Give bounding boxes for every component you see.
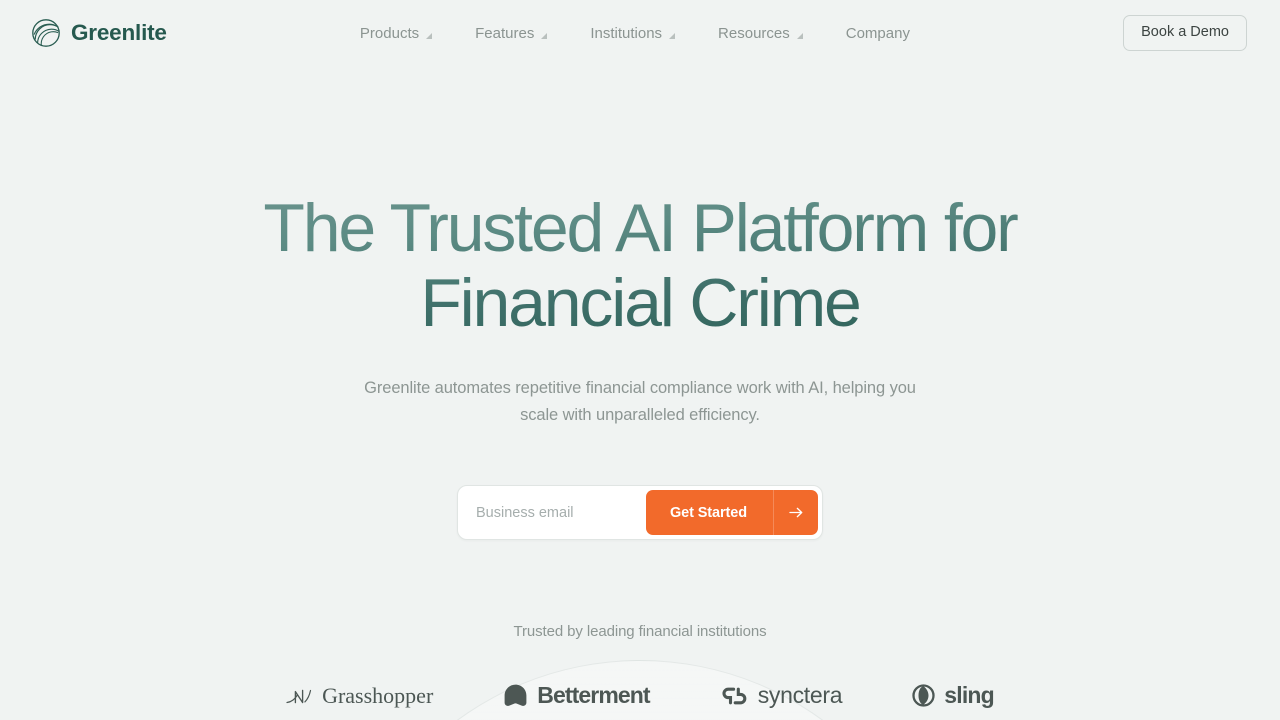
chevron-down-icon [796,32,804,40]
chevron-down-icon [426,32,433,40]
get-started-label: Get Started [669,504,747,521]
headline-line-2: Financial Crime [420,264,860,341]
headline-line-1: The Trusted AI Platform for [263,190,1017,266]
page-title: The Trusted AI Platform for Financial Cr… [210,191,1070,345]
logo-grasshopper: Grasshopper [286,683,433,709]
get-started-button[interactable]: Get Started [645,490,818,536]
nav-item-label: Institutions [590,24,663,42]
nav-item-products[interactable]: Products [339,17,454,50]
book-a-demo-button[interactable]: Book a Demo [1123,15,1247,51]
nav-item-features[interactable]: Features [454,17,569,50]
customer-logo-row: Grasshopper Betterment synctera sling [0,682,1280,709]
hero-section: The Trusted AI Platform for Financial Cr… [0,66,1280,709]
subtitle-line-2: scale with unparalleled efficiency. [520,405,760,424]
signup-form: Get Started [457,485,823,541]
betterment-mark-icon [503,683,528,708]
logo-sling: sling [912,682,995,709]
nav-item-label: Company [845,24,910,42]
business-email-input[interactable] [462,490,646,536]
logo-synctera: synctera [720,682,843,709]
grasshopper-mark-icon [286,686,313,706]
arrow-right-icon [773,490,818,536]
logo-betterment: Betterment [503,682,651,709]
logo-label: synctera [757,682,843,709]
logo-label: Grasshopper [322,682,434,708]
primary-navigation: Products Features Institutions Resources [147,17,1123,50]
logo-label: Betterment [537,682,650,709]
nav-item-label: Features [475,24,535,42]
trust-bar: Trusted by leading financial institution… [0,623,1280,709]
synctera-mark-icon [720,685,749,707]
greenlite-sphere-logo-icon [30,17,62,49]
nav-item-institutions[interactable]: Institutions [569,17,697,50]
hero-subtitle: Greenlite automates repetitive financial… [340,375,940,429]
subtitle-line-1: Greenlite automates repetitive financial… [364,378,916,397]
site-header: Greenlite Products Features Institutions… [0,0,1280,66]
logo-label: sling [944,682,994,709]
header-actions: Book a Demo [1123,15,1247,51]
nav-item-resources[interactable]: Resources [697,17,825,50]
chevron-down-icon [541,32,548,40]
nav-item-label: Resources [718,24,790,42]
sling-mark-icon [912,684,935,707]
trust-bar-label: Trusted by leading financial institution… [513,623,767,641]
nav-item-label: Products [359,24,420,42]
nav-item-company[interactable]: Company [825,17,931,50]
chevron-down-icon [669,32,676,40]
